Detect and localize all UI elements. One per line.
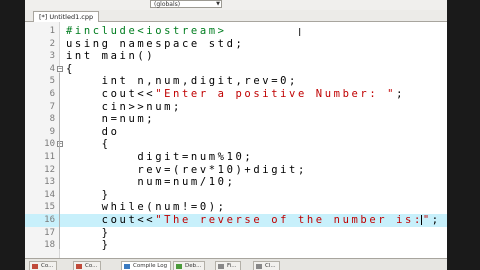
- scope-dropdown[interactable]: (globals) ▼: [150, 0, 222, 8]
- code-line[interactable]: 5 int n,num,digit,rev=0;: [25, 75, 447, 88]
- code-line[interactable]: 15 while(num!=0);: [25, 201, 447, 214]
- line-number: 5: [49, 76, 55, 87]
- bottom-tab[interactable]: Co...: [73, 261, 102, 270]
- code-text: }: [66, 239, 111, 252]
- code-text: using namespace std;: [66, 37, 245, 50]
- code-text: cout<<"The reverse of the number is:";: [66, 214, 441, 226]
- tab-icon: [32, 264, 38, 269]
- code-line[interactable]: 6 cout<<"Enter a positive Number: ";: [25, 88, 447, 101]
- bottom-tab[interactable]: Compile Log: [121, 261, 172, 270]
- screen-frame-right: [447, 0, 480, 270]
- code-text: int main(): [66, 50, 156, 63]
- fold-toggle-icon[interactable]: −: [57, 141, 63, 148]
- tab-icon: [218, 264, 224, 269]
- code-text: {: [66, 62, 75, 75]
- code-text: int n,num,digit,rev=0;: [66, 75, 298, 88]
- line-number: 17: [44, 227, 55, 238]
- line-number: 11: [44, 152, 55, 162]
- line-number: 14: [44, 189, 55, 200]
- code-text: rev=(rev*10)+digit;: [66, 163, 307, 176]
- code-text: digit=num%10;: [66, 151, 254, 163]
- tab-untitled1[interactable]: [*] Untitled1.cpp: [33, 11, 100, 22]
- line-number: 15: [44, 202, 55, 213]
- line-number: 16: [44, 215, 55, 225]
- chevron-down-icon: ▼: [216, 1, 220, 7]
- line-number: 3: [49, 51, 55, 62]
- line-number: 10: [44, 139, 55, 150]
- code-text: cin>>num;: [66, 100, 182, 113]
- code-line[interactable]: 18 }: [25, 239, 447, 252]
- code-line[interactable]: 10− {: [25, 138, 447, 151]
- line-number: 2: [49, 38, 55, 49]
- code-text: cout<<"Enter a positive Number: ";: [66, 88, 406, 100]
- line-number: 7: [49, 101, 55, 112]
- bottom-tab[interactable]: Cl...: [253, 261, 280, 270]
- screen-frame-left: [0, 0, 25, 270]
- code-line[interactable]: 11 digit=num%10;: [25, 151, 447, 164]
- code-line[interactable]: 17 }: [25, 227, 447, 240]
- line-number: 12: [44, 164, 55, 175]
- code-line[interactable]: 14 }: [25, 189, 447, 202]
- code-line[interactable]: 12 rev=(rev*10)+digit;: [25, 164, 447, 177]
- tab-icon: [176, 264, 182, 269]
- bottom-tab-label: Co...: [85, 263, 98, 269]
- code-text: num=num/10;: [66, 176, 236, 189]
- line-number: 9: [49, 126, 55, 137]
- bottom-tab-label: Co...: [41, 263, 54, 269]
- line-number: 18: [44, 240, 55, 251]
- code-line[interactable]: 2 using namespace std;: [25, 38, 447, 51]
- fold-toggle-icon[interactable]: −: [57, 65, 63, 72]
- text-caret: [421, 215, 422, 225]
- tab-icon: [256, 264, 262, 269]
- code-line[interactable]: 13 num=num/10;: [25, 176, 447, 189]
- code-line[interactable]: 3 int main(): [25, 50, 447, 63]
- tab-icon: [76, 264, 82, 269]
- bottom-tab[interactable]: Fi...: [215, 261, 241, 270]
- line-number: 4: [49, 63, 55, 74]
- code-text: n=num;: [66, 113, 156, 126]
- tab-icon: [124, 264, 130, 269]
- line-number: 6: [49, 89, 55, 99]
- bottom-tab-label: Cl...: [265, 263, 276, 269]
- code-text: {: [66, 138, 111, 151]
- code-text: #include<iostream>: [66, 25, 227, 37]
- line-number: 1: [49, 26, 55, 36]
- code-line[interactable]: 1 #include<iostream>: [25, 25, 447, 38]
- scope-dropdown-label: (globals): [154, 1, 181, 8]
- code-text: do: [66, 125, 120, 138]
- code-line[interactable]: 4−{: [25, 63, 447, 76]
- code-editor[interactable]: 1 #include<iostream> 2 using namespace std;…: [25, 22, 447, 258]
- code-text: }: [66, 226, 111, 239]
- text-cursor-icon: I: [298, 26, 302, 39]
- code-line[interactable]: 16 cout<<"The reverse of the number is:"…: [25, 214, 447, 227]
- code-line[interactable]: 8 n=num;: [25, 113, 447, 126]
- bottom-tab-label: Fi...: [227, 263, 237, 269]
- bottom-tab[interactable]: Deb...: [173, 261, 206, 270]
- code-line[interactable]: 9 do: [25, 126, 447, 139]
- code-text: while(num!=0);: [66, 201, 227, 214]
- bottom-panel-tabs: Co... Co... Compile Log Deb... Fi... Cl...: [25, 258, 447, 270]
- ide-window: (globals) ▼ [*] Untitled1.cpp 1 #include<…: [25, 0, 447, 270]
- bottom-tab-label: Deb...: [185, 263, 202, 269]
- line-number: 13: [44, 177, 55, 188]
- code-line[interactable]: 7 cin>>num;: [25, 101, 447, 114]
- fold-guide: [59, 148, 60, 199]
- code-text: }: [66, 188, 111, 201]
- bottom-tab[interactable]: Co...: [29, 261, 58, 270]
- bottom-tab-label: Compile Log: [133, 263, 168, 269]
- editor-tab-bar: [*] Untitled1.cpp: [25, 10, 447, 22]
- line-number: 8: [49, 114, 55, 125]
